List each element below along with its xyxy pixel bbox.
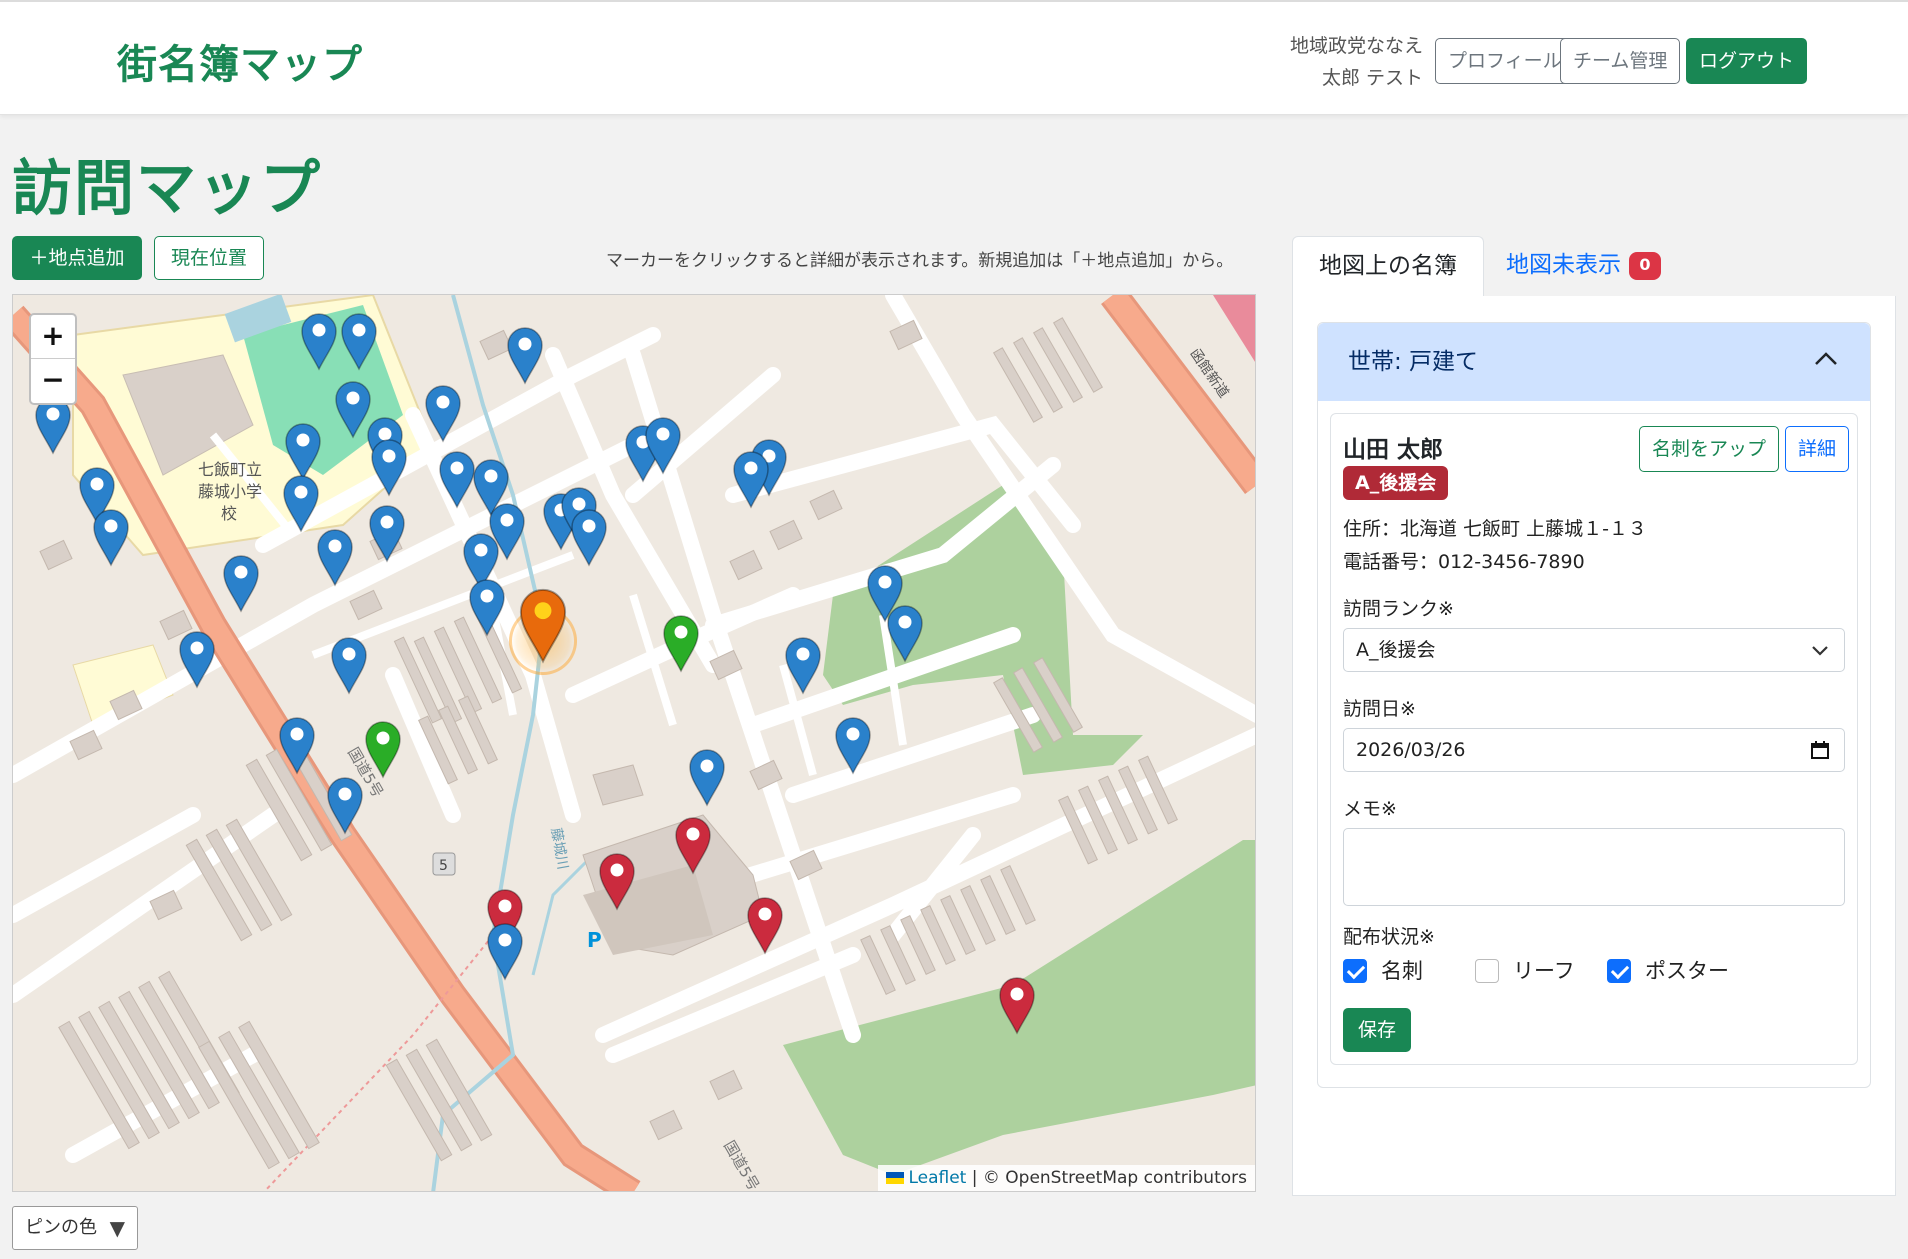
checkbox-poster[interactable]: ポスター: [1607, 958, 1729, 984]
checkbox-checked-icon: [1607, 959, 1631, 983]
blue-map-marker-icon[interactable]: [315, 527, 355, 587]
blue-map-marker-icon[interactable]: [281, 473, 321, 533]
distribution-label: 配布状況※: [1343, 926, 1435, 948]
upload-card-button[interactable]: 名刺をアップ: [1639, 426, 1780, 472]
pin-color-dropdown[interactable]: ピンの色 ▼: [12, 1206, 138, 1250]
date-label: 訪問日※: [1343, 698, 1416, 720]
rank-badge: A_後援会: [1343, 466, 1449, 500]
blue-map-marker-icon[interactable]: [885, 603, 925, 663]
current-location-button[interactable]: 現在位置: [154, 236, 264, 280]
blue-map-marker-icon[interactable]: [277, 715, 317, 775]
blue-map-marker-icon[interactable]: [367, 503, 407, 563]
memo-label: メモ※: [1343, 798, 1397, 820]
detail-button[interactable]: 詳細: [1785, 426, 1850, 472]
save-button[interactable]: 保存: [1343, 1008, 1411, 1052]
green-map-marker-icon[interactable]: [661, 613, 701, 673]
leaflet-link[interactable]: Leaflet: [908, 1168, 966, 1188]
contact-name: 山田 太郎: [1343, 437, 1444, 463]
blue-map-marker-icon[interactable]: [783, 635, 823, 695]
blue-map-marker-icon[interactable]: [91, 507, 131, 567]
parking-label: P: [587, 928, 602, 952]
map-view[interactable]: 七飯町立藤城小学校 国道5号 国道5号 藤城川 函館新道 5 P + − Lea…: [12, 294, 1256, 1192]
checkbox-meishi[interactable]: 名刺: [1343, 958, 1423, 984]
blue-map-marker-icon[interactable]: [687, 747, 727, 807]
blue-map-marker-icon[interactable]: [283, 421, 323, 481]
road-shield: 5: [439, 858, 448, 874]
map-hint-text: マーカーをクリックすると詳細が表示されます。新規追加は「＋地点追加」から。: [606, 251, 1234, 271]
blue-map-marker-icon[interactable]: [177, 629, 217, 689]
household-accordion: 世帯: 戸建て 山田 太郎 A_後援会 名刺をアップ 詳細 住所：北海道 七飯町…: [1317, 322, 1871, 1088]
visit-date-input[interactable]: 2026/03/26: [1343, 728, 1845, 772]
blue-map-marker-icon[interactable]: [339, 311, 379, 371]
add-location-button[interactable]: ＋地点追加: [12, 236, 142, 280]
tab-on-map-list[interactable]: 地図上の名簿: [1292, 236, 1484, 296]
zoom-out-button[interactable]: −: [31, 359, 75, 403]
red-map-marker-icon[interactable]: [745, 895, 785, 955]
user-org: 地域政党ななえ: [1289, 35, 1423, 57]
blue-map-marker-icon[interactable]: [643, 415, 683, 475]
checkbox-checked-icon: [1343, 959, 1367, 983]
zoom-control: + −: [29, 313, 77, 405]
blue-map-marker-icon[interactable]: [505, 325, 545, 385]
checkbox-poster-label: ポスター: [1645, 959, 1729, 983]
pin-color-label: ピンの色: [25, 1217, 97, 1238]
visit-date-value: 2026/03/26: [1356, 739, 1466, 761]
profile-button[interactable]: プロフィール: [1435, 38, 1575, 84]
accordion-header[interactable]: 世帯: 戸建て: [1318, 323, 1870, 401]
accordion-title: 世帯: 戸建て: [1348, 349, 1479, 375]
tab-hidden-label: 地図未表示: [1506, 252, 1621, 278]
team-management-button[interactable]: チーム管理: [1560, 38, 1681, 84]
contact-address: 住所：北海道 七飯町 上藤城１-１３: [1343, 518, 1647, 540]
selected-orange-marker-icon[interactable]: [517, 585, 569, 665]
checkbox-meishi-label: 名刺: [1381, 959, 1423, 983]
blue-map-marker-icon[interactable]: [467, 577, 507, 637]
sidebar-panel: 世帯: 戸建て 山田 太郎 A_後援会 名刺をアップ 詳細 住所：北海道 七飯町…: [1292, 296, 1896, 1196]
red-map-marker-icon[interactable]: [597, 851, 637, 911]
brand-title[interactable]: 街名簿マップ: [117, 32, 363, 90]
blue-map-marker-icon[interactable]: [485, 921, 525, 981]
user-person: 太郎 テスト: [1321, 67, 1423, 89]
osm-attribution: | © OpenStreetMap contributors: [966, 1168, 1247, 1188]
user-name: 地域政党ななえ 太郎 テスト: [1290, 30, 1423, 94]
blue-map-marker-icon[interactable]: [299, 311, 339, 371]
checkbox-leaf[interactable]: リーフ: [1475, 958, 1575, 984]
green-map-marker-icon[interactable]: [363, 719, 403, 779]
hidden-count-badge: 0: [1629, 251, 1661, 280]
checkbox-unchecked-icon: [1475, 959, 1499, 983]
tab-hidden-list[interactable]: 地図未表示 0: [1480, 236, 1687, 296]
map-attribution: Leaflet | © OpenStreetMap contributors: [878, 1165, 1255, 1191]
blue-map-marker-icon[interactable]: [369, 437, 409, 497]
blue-map-marker-icon[interactable]: [423, 383, 463, 443]
chevron-up-icon: [1815, 352, 1837, 365]
ukraine-flag-icon: [886, 1172, 905, 1184]
blue-map-marker-icon[interactable]: [221, 553, 261, 613]
navbar: 街名簿マップ 地域政党ななえ 太郎 テスト プロフィール チーム管理 ログアウト: [0, 0, 1908, 115]
calendar-icon[interactable]: [1810, 740, 1830, 760]
distribution-checkboxes: 名刺 リーフ ポスター: [1343, 958, 1843, 988]
rank-select-value: A_後援会: [1356, 639, 1436, 661]
checkbox-leaf-label: リーフ: [1513, 959, 1575, 983]
rank-select[interactable]: A_後援会: [1343, 628, 1845, 672]
blue-map-marker-icon[interactable]: [329, 635, 369, 695]
blue-map-marker-icon[interactable]: [833, 715, 873, 775]
memo-textarea[interactable]: [1343, 828, 1845, 906]
zoom-in-button[interactable]: +: [31, 315, 75, 359]
sidebar-tabs: 地図上の名簿 地図未表示 0: [1292, 236, 1896, 296]
chevron-down-icon: [1812, 646, 1828, 656]
blue-map-marker-icon[interactable]: [731, 449, 771, 509]
rank-label: 訪問ランク※: [1343, 598, 1454, 620]
red-map-marker-icon[interactable]: [997, 975, 1037, 1035]
dropdown-arrow-icon: ▼: [109, 1216, 125, 1240]
blue-map-marker-icon[interactable]: [325, 775, 365, 835]
contact-card: 山田 太郎 A_後援会 名刺をアップ 詳細 住所：北海道 七飯町 上藤城１-１３…: [1330, 413, 1858, 1065]
logout-button[interactable]: ログアウト: [1686, 38, 1808, 84]
page-title: 訪問マップ: [12, 154, 322, 224]
contact-phone: 電話番号：012-3456-7890: [1343, 551, 1585, 573]
blue-map-marker-icon[interactable]: [569, 507, 609, 567]
red-map-marker-icon[interactable]: [673, 815, 713, 875]
